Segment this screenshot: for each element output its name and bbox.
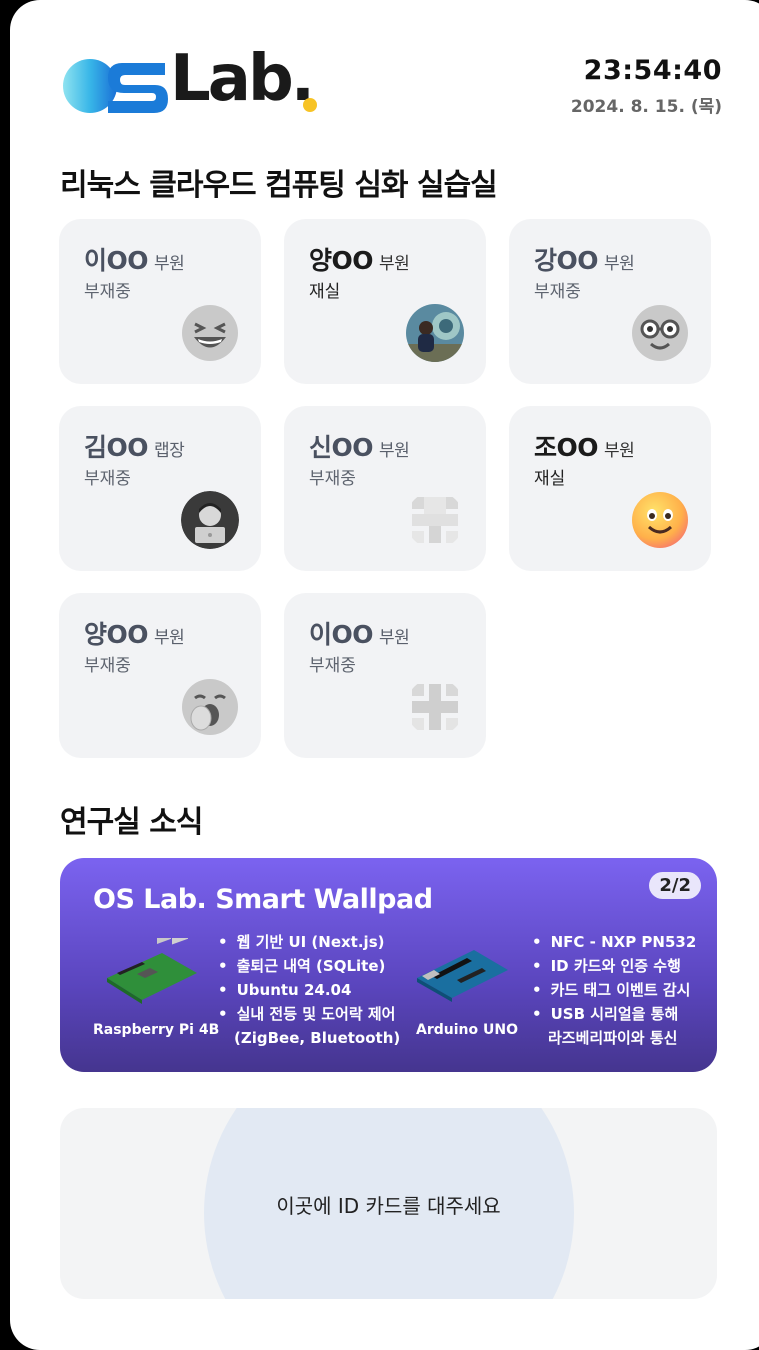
right-device-label: Arduino UNO xyxy=(416,1022,518,1038)
tap-prompt: 이곳에 ID 카드를 대주세요 xyxy=(276,1194,501,1218)
member-status: 부재중 xyxy=(84,282,131,302)
member-name: 양OO xyxy=(309,246,374,275)
member-status: 부재중 xyxy=(309,656,356,676)
member-name-row: 양OO 부원 xyxy=(84,615,185,651)
member-card[interactable]: 김OO 랩장 부재중 xyxy=(59,406,261,571)
grinning-squint-emoji-icon xyxy=(181,304,239,362)
member-name-row: 조OO 부원 xyxy=(534,428,635,464)
laptop-person-avatar-icon xyxy=(181,491,239,549)
member-name-row: 강OO 부원 xyxy=(534,241,635,277)
raspberry-pi-board-icon xyxy=(107,938,197,1004)
news-pager: 2/2 xyxy=(649,872,701,899)
member-card[interactable]: 양OO 부원 부재중 xyxy=(59,593,261,758)
member-name-row: 양OO 부원 xyxy=(309,241,410,277)
identicon-avatar-icon xyxy=(406,678,464,736)
member-status: 부재중 xyxy=(309,469,356,489)
member-name-row: 신OO 부원 xyxy=(309,428,410,464)
logo-wordmark: Lab. xyxy=(170,42,315,116)
member-role: 부원 xyxy=(154,254,185,274)
member-name: 김OO xyxy=(84,433,149,462)
os-logo-mark-icon xyxy=(63,59,168,113)
member-status: 재실 xyxy=(534,469,566,489)
left-device-label: Raspberry Pi 4B xyxy=(93,1022,220,1038)
left-feature-list: 웹 기반 UI (Next.js) 출퇴근 내역 (SQLite) Ubuntu… xyxy=(218,930,400,1050)
member-name: 이OO xyxy=(84,246,149,275)
member-status: 부재중 xyxy=(534,282,581,302)
member-name-row: 이OO 부원 xyxy=(309,615,410,651)
member-role: 부원 xyxy=(154,628,185,648)
current-time: 23:54:40 xyxy=(583,55,722,86)
member-status: 재실 xyxy=(309,282,341,302)
feature-item: (ZigBee, Bluetooth) xyxy=(234,1029,401,1047)
news-section-title: 연구실 소식 xyxy=(60,805,203,840)
member-name: 이OO xyxy=(309,620,374,649)
feature-item: ID 카드와 인증 수행 xyxy=(532,954,696,978)
member-role: 부원 xyxy=(604,441,635,461)
clock: 23:54:40 2024. 8. 15. (목) xyxy=(571,55,722,117)
member-name: 강OO xyxy=(534,246,599,275)
smiling-emoji-icon xyxy=(631,491,689,549)
member-name: 양OO xyxy=(84,620,149,649)
arduino-uno-board-icon xyxy=(417,950,508,1002)
feature-item: USB 시리얼을 통해 xyxy=(532,1002,696,1026)
member-role: 부원 xyxy=(604,254,635,274)
right-feature-list: NFC - NXP PN532 ID 카드와 인증 수행 카드 태그 이벤트 감… xyxy=(532,930,696,1050)
feature-item: 라즈베리파이와 통신 xyxy=(548,1029,678,1047)
member-role: 부원 xyxy=(379,628,410,648)
member-role: 부원 xyxy=(379,254,410,274)
member-status: 부재중 xyxy=(84,469,131,489)
logo-dot-icon xyxy=(303,98,317,112)
member-role: 랩장 xyxy=(154,441,185,461)
feature-item: 출퇴근 내역 (SQLite) xyxy=(218,954,400,978)
member-card[interactable]: 강OO 부원 부재중 xyxy=(509,219,711,384)
feature-item: 웹 기반 UI (Next.js) xyxy=(218,930,400,954)
nerd-glasses-emoji-icon xyxy=(631,304,689,362)
member-card[interactable]: 양OO 부원 재실 xyxy=(284,219,486,384)
member-name: 신OO xyxy=(309,433,374,462)
member-card[interactable]: 이OO 부원 부재중 xyxy=(284,593,486,758)
member-card[interactable]: 이OO 부원 부재중 xyxy=(59,219,261,384)
member-name-row: 김OO 랩장 xyxy=(84,428,185,464)
oslab-logo: Lab. xyxy=(60,47,330,117)
current-date: 2024. 8. 15. (목) xyxy=(570,97,722,117)
photo-avatar-icon xyxy=(406,304,464,362)
member-card[interactable]: 조OO 부원 재실 xyxy=(509,406,711,571)
member-name: 조OO xyxy=(534,433,599,462)
feature-item: 실내 전등 및 도어락 제어 xyxy=(218,1002,400,1026)
news-title: OS Lab. Smart Wallpad xyxy=(93,884,433,915)
member-status: 부재중 xyxy=(84,656,131,676)
lab-section-title: 리눅스 클라우드 컴퓨팅 심화 실습실 xyxy=(60,168,498,203)
feature-item: 카드 태그 이벤트 감시 xyxy=(532,978,696,1002)
identicon-avatar-icon xyxy=(406,491,464,549)
feature-item: Ubuntu 24.04 xyxy=(218,978,400,1002)
member-name-row: 이OO 부원 xyxy=(84,241,185,277)
member-role: 부원 xyxy=(379,441,410,461)
yawning-emoji-icon xyxy=(181,678,239,736)
news-card[interactable]: OS Lab. Smart Wallpad 2/2 Raspberry Pi 4… xyxy=(60,858,717,1072)
id-card-tap-area[interactable]: 이곳에 ID 카드를 대주세요 xyxy=(60,1108,717,1299)
feature-item: NFC - NXP PN532 xyxy=(532,930,697,954)
member-card[interactable]: 신OO 부원 부재중 xyxy=(284,406,486,571)
wallpad-screen: Lab. 23:54:40 2024. 8. 15. (목) 리눅스 클라우드 … xyxy=(10,0,759,1350)
